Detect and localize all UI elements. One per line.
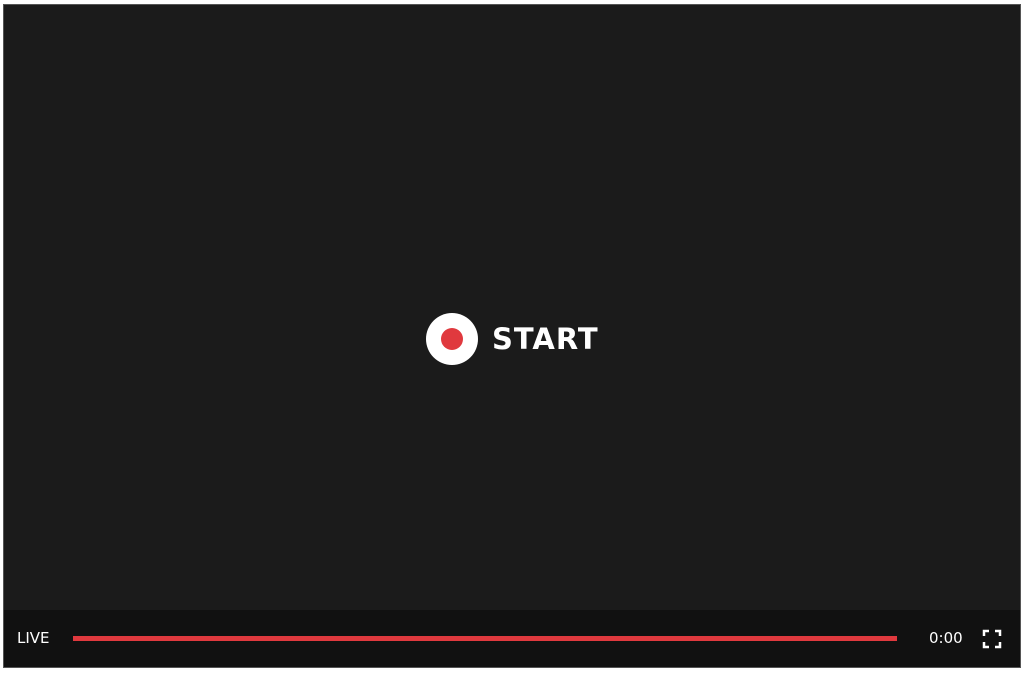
record-dot [441,328,463,350]
control-bar: LIVE 0:00 [4,610,1020,667]
progress-bar[interactable] [73,636,897,641]
start-button-label: START [492,322,599,356]
time-display: 0:00 [929,629,963,647]
progress-fill [73,636,897,641]
video-player: START LIVE 0:00 [3,4,1021,668]
fullscreen-button[interactable] [982,629,1002,649]
video-display-area[interactable]: START [4,5,1020,611]
live-indicator: LIVE [17,629,50,647]
start-recording-button[interactable]: START [426,312,599,366]
fullscreen-icon [982,629,1002,649]
record-icon [426,313,478,365]
